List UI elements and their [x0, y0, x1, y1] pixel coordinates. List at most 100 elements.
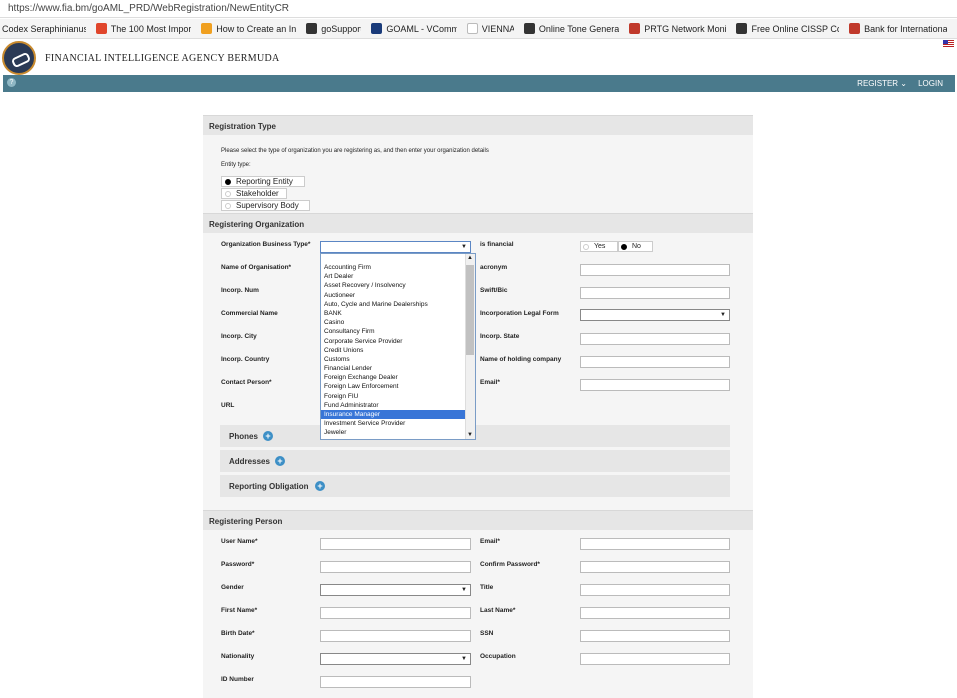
- prtg-icon: [629, 23, 641, 34]
- bookmark-item[interactable]: PRTG Network Monit: [629, 23, 726, 34]
- dropdown-option[interactable]: Credit Unions: [321, 346, 466, 355]
- page-icon: [466, 23, 478, 34]
- username-input[interactable]: [320, 538, 471, 550]
- scroll-up-icon[interactable]: ▲: [466, 255, 474, 261]
- dropdown-option[interactable]: Financial Lender: [321, 364, 466, 373]
- reporting-obligation-title: Reporting Obligation: [229, 482, 309, 491]
- bookmark-item[interactable]: Free Online CISSP Co: [736, 23, 839, 34]
- register-menu[interactable]: REGISTER ⌄: [857, 79, 907, 88]
- radio-stakeholder[interactable]: Stakeholder: [221, 188, 287, 199]
- bookmark-item[interactable]: GOAML - VComm: [371, 23, 457, 34]
- chevron-down-icon: ▼: [720, 312, 726, 318]
- dropdown-option[interactable]: BANK: [321, 309, 466, 318]
- is-financial-label: is financial: [480, 241, 514, 248]
- dropdown-option[interactable]: Foreign Law Enforcement: [321, 382, 466, 391]
- us-flag-icon[interactable]: [943, 40, 954, 47]
- dropdown-option[interactable]: Insurance Manager: [321, 410, 466, 420]
- radio-dot-icon: [225, 178, 231, 185]
- legal-form-select[interactable]: ▼: [580, 309, 730, 321]
- title-label: Title: [480, 584, 494, 591]
- occupation-label: Occupation: [480, 653, 516, 660]
- confirm-password-input[interactable]: [580, 561, 730, 573]
- acronym-input[interactable]: [580, 264, 730, 276]
- chevron-down-icon: ▼: [461, 244, 467, 250]
- radio-supervisory-body[interactable]: Supervisory Body: [221, 200, 310, 211]
- add-phone-plus-icon[interactable]: +: [263, 431, 273, 441]
- dropdown-option[interactable]: Foreign Exchange Dealer: [321, 373, 466, 382]
- section-title: Registering Organization: [209, 220, 305, 229]
- goaml-icon: [371, 23, 383, 34]
- chevron-down-icon: ▼: [461, 587, 467, 593]
- dropdown-option[interactable]: Corporate Service Provider: [321, 337, 466, 346]
- address-bar[interactable]: https://www.fia.bm/goAML_PRD/WebRegistra…: [0, 0, 957, 18]
- fia-logo: [2, 41, 36, 75]
- scroll-down-icon[interactable]: ▼: [466, 432, 474, 438]
- star-icon: [201, 23, 213, 34]
- occupation-input[interactable]: [580, 653, 730, 665]
- radio-yes[interactable]: Yes: [580, 241, 618, 252]
- bookmarks-bar: Codex Seraphinianus The 100 Most Import Ho…: [0, 19, 957, 39]
- dropdown-option[interactable]: Auctioneer: [321, 291, 466, 300]
- section-registering-person: Registering Person: [203, 510, 753, 530]
- login-link[interactable]: LOGIN: [918, 79, 943, 88]
- last-name-input[interactable]: [580, 607, 730, 619]
- bookmark-item[interactable]: How to Create an Int: [201, 23, 296, 34]
- dropdown-option[interactable]: Consultancy Firm: [321, 327, 466, 336]
- radio-no[interactable]: No: [618, 241, 653, 252]
- radio-dot-icon: [225, 202, 231, 209]
- birth-date-input[interactable]: [320, 630, 471, 642]
- bookmark-item[interactable]: VIENNA: [466, 23, 514, 34]
- bookmark-item[interactable]: Online Tone Generat: [523, 23, 619, 34]
- dropdown-option[interactable]: Jeweler: [321, 428, 466, 437]
- dropdown-option[interactable]: Investment Service Provider: [321, 419, 466, 428]
- dropdown-option[interactable]: Casino: [321, 318, 466, 327]
- dropdown-option[interactable]: Customs: [321, 355, 466, 364]
- bookmark-item[interactable]: goSupport: [306, 23, 361, 34]
- ssn-input[interactable]: [580, 630, 730, 642]
- id-number-input[interactable]: [320, 676, 471, 688]
- title-input[interactable]: [580, 584, 730, 596]
- dropdown-option[interactable]: Accounting Firm: [321, 263, 466, 272]
- first-name-label: First Name*: [221, 607, 258, 614]
- first-name-input[interactable]: [320, 607, 471, 619]
- add-obligation-plus-icon[interactable]: +: [315, 481, 325, 491]
- swift-input[interactable]: [580, 287, 730, 299]
- dropdown-option[interactable]: Fund Administrator: [321, 401, 466, 410]
- section-title: Registration Type: [209, 122, 276, 131]
- business-type-label: Organization Business Type*: [221, 241, 311, 248]
- radio-label: Supervisory Body: [236, 201, 299, 210]
- swift-label: Swift/Bic: [480, 287, 508, 294]
- password-input[interactable]: [320, 561, 471, 573]
- person-email-label: Email*: [480, 538, 500, 545]
- site-header: FINANCIAL INTELLIGENCE AGENCY BERMUDA: [0, 39, 957, 75]
- add-address-plus-icon[interactable]: +: [275, 456, 285, 466]
- agency-name: FINANCIAL INTELLIGENCE AGENCY BERMUDA: [45, 53, 280, 64]
- bookmark-item[interactable]: Codex Seraphinianus: [2, 24, 86, 34]
- person-email-input[interactable]: [580, 538, 730, 550]
- org-email-input[interactable]: [580, 379, 730, 391]
- section-registering-organization: Registering Organization: [203, 213, 753, 233]
- radio-dot-icon: [621, 243, 627, 250]
- radio-label: Reporting Entity: [236, 177, 293, 186]
- business-type-dropdown-list[interactable]: Accounting Firm Art Dealer Asset Recovery …: [320, 253, 476, 440]
- holding-company-input[interactable]: [580, 356, 730, 368]
- dropdown-option[interactable]: Foreign FIU: [321, 392, 466, 401]
- bookmark-item[interactable]: The 100 Most Import: [95, 23, 191, 34]
- bookmark-item[interactable]: Bank for International: [849, 23, 947, 34]
- incorp-state-input[interactable]: [580, 333, 730, 345]
- dropdown-option[interactable]: Asset Recovery / Insolvency: [321, 281, 466, 290]
- gender-select[interactable]: ▼: [320, 584, 471, 596]
- dropdown-option[interactable]: Art Dealer: [321, 272, 466, 281]
- help-icon[interactable]: ?: [7, 78, 16, 87]
- nationality-select[interactable]: ▼: [320, 653, 471, 665]
- acronym-label: acronym: [480, 264, 508, 271]
- dropdown-scrollbar[interactable]: ▲ ▼: [465, 254, 475, 439]
- business-type-select[interactable]: ▼: [320, 241, 471, 253]
- birth-date-label: Birth Date*: [221, 630, 255, 637]
- dropdown-option[interactable]: Auto, Cycle and Marine Dealerships: [321, 300, 466, 309]
- radio-reporting-entity[interactable]: Reporting Entity: [221, 176, 305, 187]
- gender-label: Gender: [221, 584, 244, 591]
- radio-label: Yes: [594, 243, 606, 250]
- scroll-thumb[interactable]: [466, 265, 474, 355]
- commercial-name-label: Commercial Name: [221, 310, 278, 317]
